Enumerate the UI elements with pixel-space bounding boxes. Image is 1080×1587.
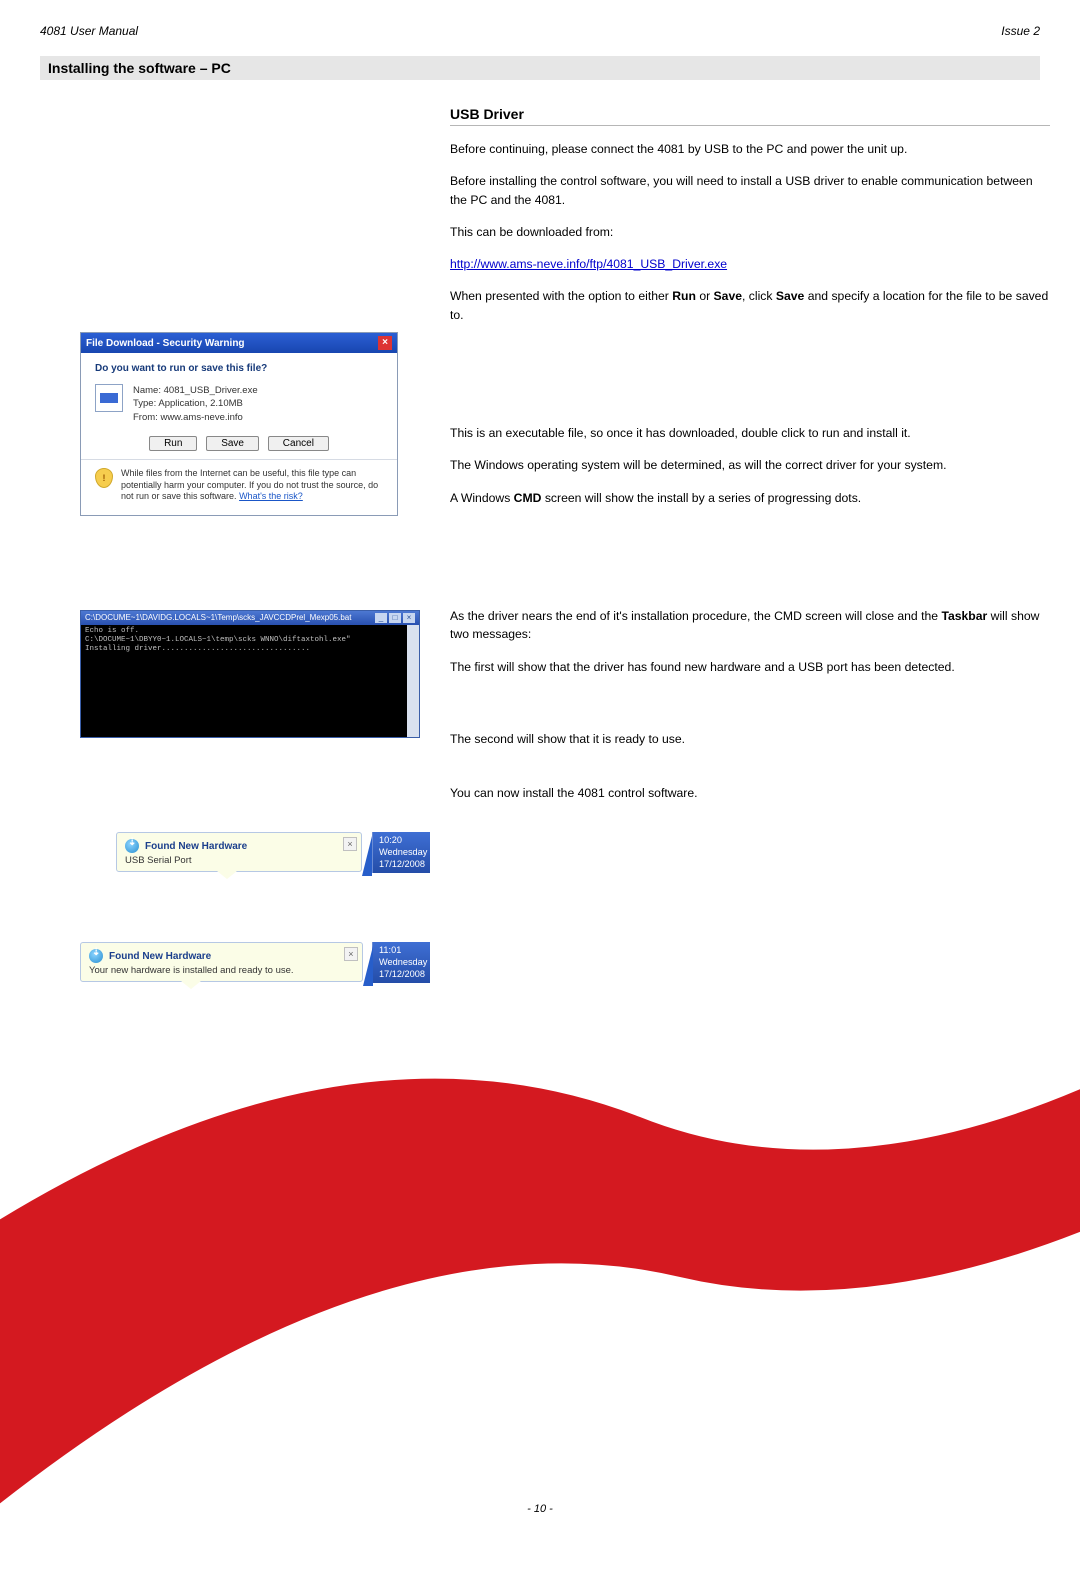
run-button[interactable]: Run — [149, 436, 197, 451]
cmd-window: C:\DOCUME~1\DAVIDG.LOCALS~1\Temp\scks_JA… — [80, 610, 420, 738]
toast-subtitle: USB Serial Port — [125, 855, 353, 866]
para-intro-1: Before continuing, please connect the 40… — [450, 140, 1050, 158]
subheading-usb-driver: USB Driver — [450, 106, 1050, 126]
found-hardware-toast-2: Found New Hardware Your new hardware is … — [80, 942, 363, 982]
background-swoosh — [0, 827, 1080, 1587]
security-warning-text: While files from the Internet can be use… — [121, 468, 383, 503]
close-icon[interactable]: × — [378, 336, 392, 350]
scrollbar[interactable] — [407, 625, 419, 737]
para-download-from: This can be downloaded from: — [450, 223, 1050, 241]
para-os-determined: The Windows operating system will be det… — [450, 456, 1050, 474]
close-icon[interactable]: × — [344, 947, 358, 961]
issue-number: Issue 2 — [1001, 24, 1040, 38]
close-icon[interactable]: × — [343, 837, 357, 851]
page-number: - 10 - — [0, 1503, 1080, 1515]
whats-the-risk-link[interactable]: What's the risk? — [239, 491, 303, 501]
para-run-save: When presented with the option to either… — [450, 287, 1050, 324]
manual-title: 4081 User Manual — [40, 24, 138, 38]
section-title: Installing the software – PC — [40, 56, 1040, 80]
toast-title: Found New Hardware — [109, 951, 211, 962]
dialog-question: Do you want to run or save this file? — [95, 363, 383, 374]
cmd-title: C:\DOCUME~1\DAVIDG.LOCALS~1\Temp\scks_JA… — [85, 613, 351, 623]
toast-title: Found New Hardware — [145, 841, 247, 852]
tray-divider — [362, 832, 372, 876]
cancel-button[interactable]: Cancel — [268, 436, 329, 451]
para-executable: This is an executable file, so once it h… — [450, 424, 1050, 442]
file-info: Name: 4081_USB_Driver.exe Type: Applicat… — [133, 384, 258, 424]
found-hardware-toast-1: Found New Hardware USB Serial Port × — [116, 832, 362, 872]
para-taskbar: As the driver nears the end of it's inst… — [450, 607, 1050, 644]
toast-subtitle: Your new hardware is installed and ready… — [89, 965, 354, 976]
para-intro-2: Before installing the control software, … — [450, 172, 1050, 209]
page-header: 4081 User Manual Issue 2 — [40, 24, 1040, 38]
cmd-output: Echo is off. C:\DOCUME~1\DBYY0~1.LOCALS~… — [81, 625, 419, 656]
maximize-icon[interactable]: □ — [389, 613, 401, 623]
tray-divider — [363, 942, 372, 986]
file-download-dialog: File Download - Security Warning × Do yo… — [80, 332, 398, 516]
close-icon[interactable]: × — [403, 613, 415, 623]
para-first-message: The first will show that the driver has … — [450, 658, 1050, 676]
para-cmd: A Windows CMD screen will show the insta… — [450, 489, 1050, 507]
para-install-software: You can now install the 4081 control sof… — [450, 784, 1050, 802]
driver-download-link[interactable]: http://www.ams-neve.info/ftp/4081_USB_Dr… — [450, 257, 727, 271]
para-second-message: The second will show that it is ready to… — [450, 730, 1050, 748]
system-clock-2: 11:01 Wednesday 17/12/2008 — [372, 942, 430, 983]
usb-icon — [125, 839, 139, 853]
usb-icon — [89, 949, 103, 963]
system-clock-1: 10:20 Wednesday 17/12/2008 — [372, 832, 430, 873]
file-icon — [95, 384, 123, 412]
shield-icon: ! — [95, 468, 113, 488]
save-button[interactable]: Save — [206, 436, 259, 451]
minimize-icon[interactable]: _ — [375, 613, 387, 623]
dialog-title: File Download - Security Warning — [86, 338, 245, 349]
